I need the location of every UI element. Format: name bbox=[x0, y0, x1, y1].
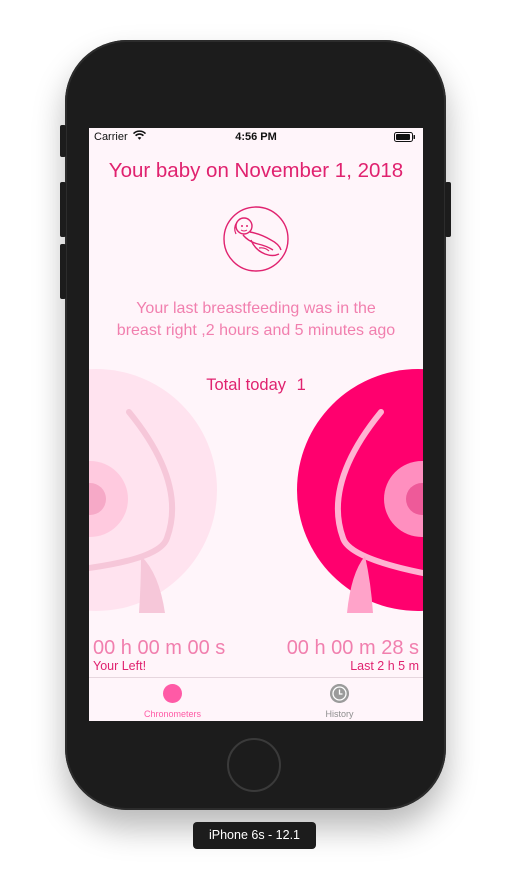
tab-chronometers-label: Chronometers bbox=[143, 709, 202, 719]
baby-feeding-logo-icon bbox=[223, 206, 289, 272]
device-label: iPhone 6s - 12.1 bbox=[193, 822, 316, 849]
tab-history-label: History bbox=[325, 709, 354, 719]
tab-history[interactable]: History bbox=[256, 678, 423, 721]
chronometers-circle-icon bbox=[163, 684, 182, 703]
status-bar: Carrier 4:56 PM bbox=[89, 128, 423, 146]
app-screen: Carrier 4:56 PM Your baby on November 1,… bbox=[89, 128, 423, 721]
last-feeding-message: Your last breastfeeding was in the breas… bbox=[99, 298, 413, 342]
right-breast-timer: 00 h 00 m 28 s bbox=[286, 637, 419, 659]
left-breast-caption: Your Left! bbox=[93, 659, 147, 673]
left-breast-timer: 00 h 00 m 00 s bbox=[93, 637, 226, 659]
mute-switch bbox=[60, 125, 66, 157]
tab-chronometers[interactable]: Chronometers bbox=[89, 678, 256, 721]
last-feeding-line-2: breast right ,2 hours and 5 minutes ago bbox=[116, 322, 396, 339]
clock-icon bbox=[330, 684, 349, 703]
volume-up-button bbox=[60, 182, 66, 237]
home-button[interactable] bbox=[227, 738, 281, 792]
power-button bbox=[445, 182, 451, 237]
right-breast-button[interactable] bbox=[293, 368, 423, 613]
left-breast-button[interactable] bbox=[89, 368, 219, 613]
tab-bar: Chronometers History bbox=[89, 677, 423, 721]
clock-time: 4:56 PM bbox=[235, 131, 277, 143]
page-title: Your baby on November 1, 2018 bbox=[108, 159, 404, 182]
battery-icon bbox=[394, 132, 415, 142]
last-feeding-line-1: Your last breastfeeding was in the bbox=[136, 300, 376, 317]
volume-down-button bbox=[60, 244, 66, 299]
right-breast-caption: Last 2 h 5 m bbox=[350, 659, 419, 673]
